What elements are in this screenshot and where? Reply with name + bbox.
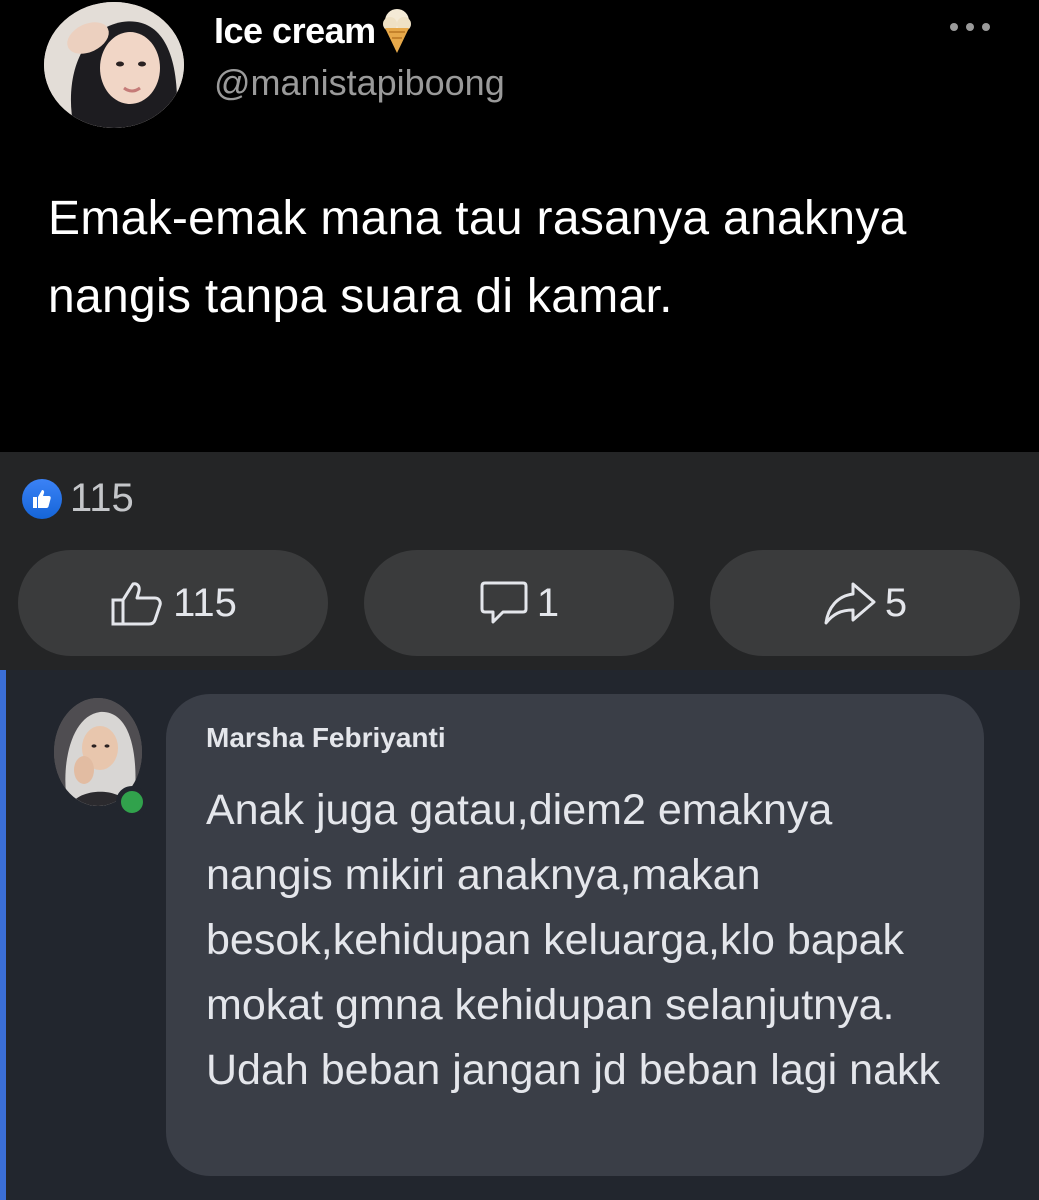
- like-badge-icon: [22, 478, 62, 519]
- reaction-count: 115: [70, 476, 134, 520]
- author-name[interactable]: Ice cream: [214, 10, 376, 52]
- author-name-row[interactable]: Ice cream: [214, 8, 414, 54]
- author-handle[interactable]: @manistapiboong: [214, 62, 505, 104]
- post-text: Emak-emak mana tau rasanya anaknya nangi…: [48, 192, 907, 323]
- share-count: 5: [884, 580, 908, 625]
- share-button[interactable]: 5: [710, 550, 1020, 656]
- comment-button[interactable]: 1: [364, 550, 674, 656]
- like-button[interactable]: 115: [18, 550, 328, 656]
- commenter-name[interactable]: Marsha Febriyanti: [206, 722, 446, 754]
- comment-count: 1: [536, 580, 560, 625]
- comment-bubble[interactable]: Marsha Febriyanti Anak juga gatau,diem2 …: [166, 694, 984, 1176]
- author-avatar[interactable]: [44, 2, 184, 128]
- post-card: Ice cream @manistapiboong Emak-emak mana…: [0, 0, 1039, 452]
- like-count: 115: [173, 580, 237, 625]
- thumbs-up-icon: [111, 582, 162, 626]
- post-actions-section: 115 115 1 5: [0, 452, 1039, 670]
- ice-cream-icon: [382, 9, 411, 53]
- more-dots-icon: [950, 23, 990, 31]
- reaction-summary[interactable]: 115: [22, 476, 134, 521]
- screen: Ice cream @manistapiboong Emak-emak mana…: [0, 0, 1039, 1200]
- comment-text: Anak juga gatau,diem2 emaknya nangis mik…: [206, 786, 940, 1094]
- comment-thread-indicator: [0, 670, 6, 1200]
- more-options-button[interactable]: [942, 12, 998, 42]
- comment-section: Marsha Febriyanti Anak juga gatau,diem2 …: [0, 670, 1039, 1200]
- online-status-indicator: [116, 786, 148, 818]
- comment-icon: [480, 581, 528, 624]
- author-avatar-image: [44, 2, 184, 128]
- share-arrow-icon: [824, 582, 876, 625]
